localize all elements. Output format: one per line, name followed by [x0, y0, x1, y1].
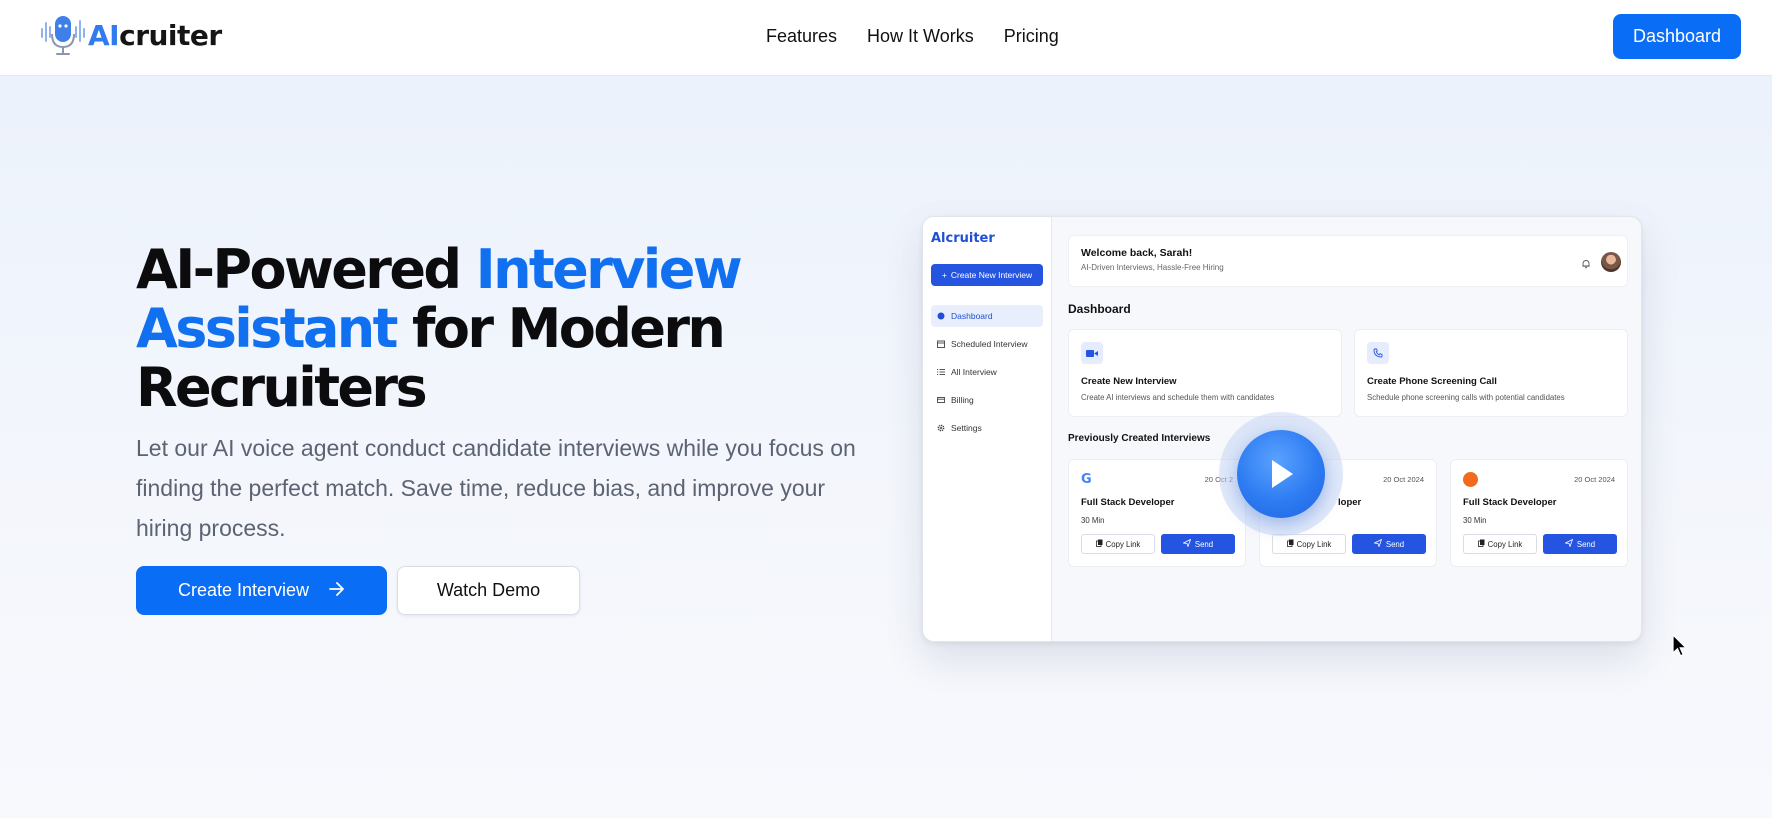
preview-sidebar: Alcruiter + Create New Interview Dashboa… — [923, 217, 1052, 641]
send-icon — [1182, 538, 1192, 549]
preview-nav-all-interview[interactable]: All Interview — [931, 361, 1043, 383]
preview-nav-dashboard[interactable]: Dashboard — [931, 305, 1043, 327]
send-button[interactable]: Send — [1161, 534, 1235, 554]
send-button[interactable]: Send — [1543, 534, 1617, 554]
plus-icon: + — [941, 270, 947, 280]
play-video-button[interactable] — [1219, 412, 1343, 536]
preview-nav: Dashboard Scheduled Interview All Interv… — [931, 305, 1043, 445]
hero-subtitle: Let our AI voice agent conduct candidate… — [136, 435, 856, 541]
create-interview-button[interactable]: Create Interview — [136, 566, 387, 615]
copy-link-button[interactable]: Copy Link — [1081, 534, 1155, 554]
send-button[interactable]: Send — [1352, 534, 1426, 554]
list-icon — [937, 368, 945, 376]
arrow-right-icon — [329, 580, 345, 601]
preview-welcome-subtitle: AI-Driven Interviews, Hassle-Free Hiring — [1081, 263, 1224, 272]
nav-link-features[interactable]: Features — [766, 26, 837, 47]
dashboard-icon — [937, 312, 945, 320]
dashboard-button[interactable]: Dashboard — [1613, 14, 1741, 59]
video-icon — [1081, 342, 1103, 364]
mouse-cursor-icon — [1672, 633, 1688, 658]
nav-link-pricing[interactable]: Pricing — [1004, 26, 1059, 47]
preview-nav-billing[interactable]: Billing — [931, 389, 1043, 411]
phone-icon — [1367, 342, 1389, 364]
calendar-icon — [937, 340, 945, 348]
preview-welcome-bar: Welcome back, Sarah! AI-Driven Interview… — [1068, 235, 1628, 287]
preview-nav-settings[interactable]: Settings — [931, 417, 1043, 439]
company-logo-icon — [1463, 472, 1478, 487]
copy-icon — [1477, 539, 1485, 549]
bell-icon[interactable] — [1581, 256, 1591, 269]
brand-name: AIcruiter — [88, 18, 222, 52]
preview-card-phone-screening[interactable]: Create Phone Screening Call Schedule pho… — [1354, 329, 1628, 417]
preview-previous-title: Previously Created Interviews — [1068, 433, 1211, 444]
send-icon — [1373, 538, 1383, 549]
preview-card-create-interview[interactable]: Create New Interview Create AI interview… — [1068, 329, 1342, 417]
interview-card: 20 Oct 2024 Full Stack Developer 30 Min … — [1450, 459, 1628, 567]
nav-links: Features How It Works Pricing — [766, 26, 1059, 47]
card-icon — [937, 396, 945, 404]
watch-demo-button[interactable]: Watch Demo — [397, 566, 580, 615]
play-icon — [1237, 430, 1325, 518]
preview-dashboard-title: Dashboard — [1068, 302, 1131, 316]
microphone-icon — [40, 14, 86, 56]
preview-brand: Alcruiter — [931, 231, 995, 246]
copy-link-button[interactable]: Copy Link — [1272, 534, 1346, 554]
create-interview-label: Create Interview — [177, 580, 310, 600]
copy-icon — [1286, 539, 1294, 549]
nav-link-how-it-works[interactable]: How It Works — [867, 26, 974, 47]
preview-create-new-interview-button[interactable]: + Create New Interview — [931, 264, 1043, 286]
copy-link-button[interactable]: Copy Link — [1463, 534, 1537, 554]
copy-icon — [1095, 539, 1103, 549]
top-navbar: AIcruiter Features How It Works Pricing … — [0, 0, 1772, 76]
send-icon — [1564, 538, 1574, 549]
google-logo-icon: G — [1081, 472, 1092, 487]
preview-welcome-title: Welcome back, Sarah! — [1081, 247, 1193, 259]
avatar[interactable] — [1601, 252, 1621, 272]
brand-logo[interactable]: AIcruiter — [40, 14, 222, 56]
gear-icon — [937, 424, 945, 432]
preview-nav-scheduled-interview[interactable]: Scheduled Interview — [931, 333, 1043, 355]
hero-title: AI-Powered Interview Assistant for Moder… — [136, 238, 743, 419]
